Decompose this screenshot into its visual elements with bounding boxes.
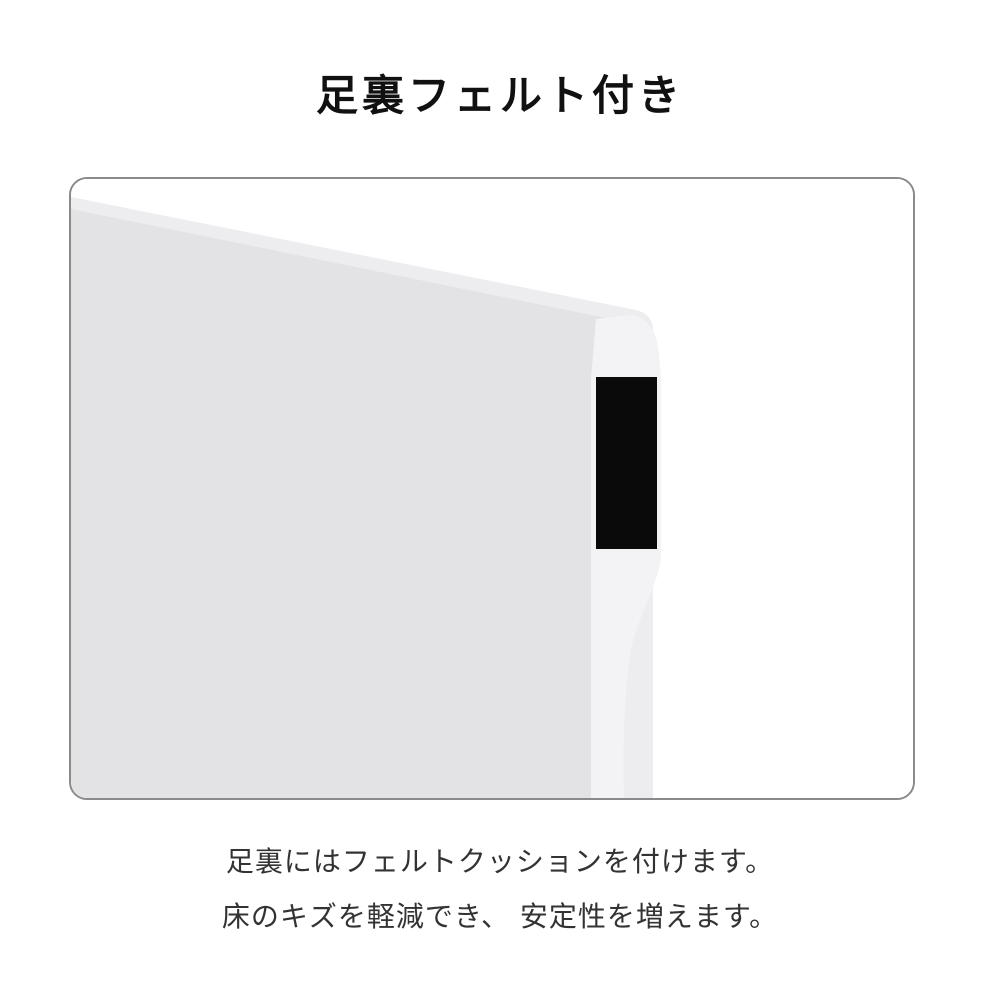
product-image bbox=[69, 177, 915, 800]
table-leg-felt-illustration bbox=[71, 179, 913, 798]
caption-line-2: 床のキズを軽減でき、 安定性を増えます。 bbox=[221, 900, 779, 933]
caption-line-1: 足裏にはフェルトクッションを付けます。 bbox=[225, 845, 775, 878]
felt-pad bbox=[596, 377, 657, 549]
page-title: 足裏フェルト付き bbox=[315, 71, 684, 120]
